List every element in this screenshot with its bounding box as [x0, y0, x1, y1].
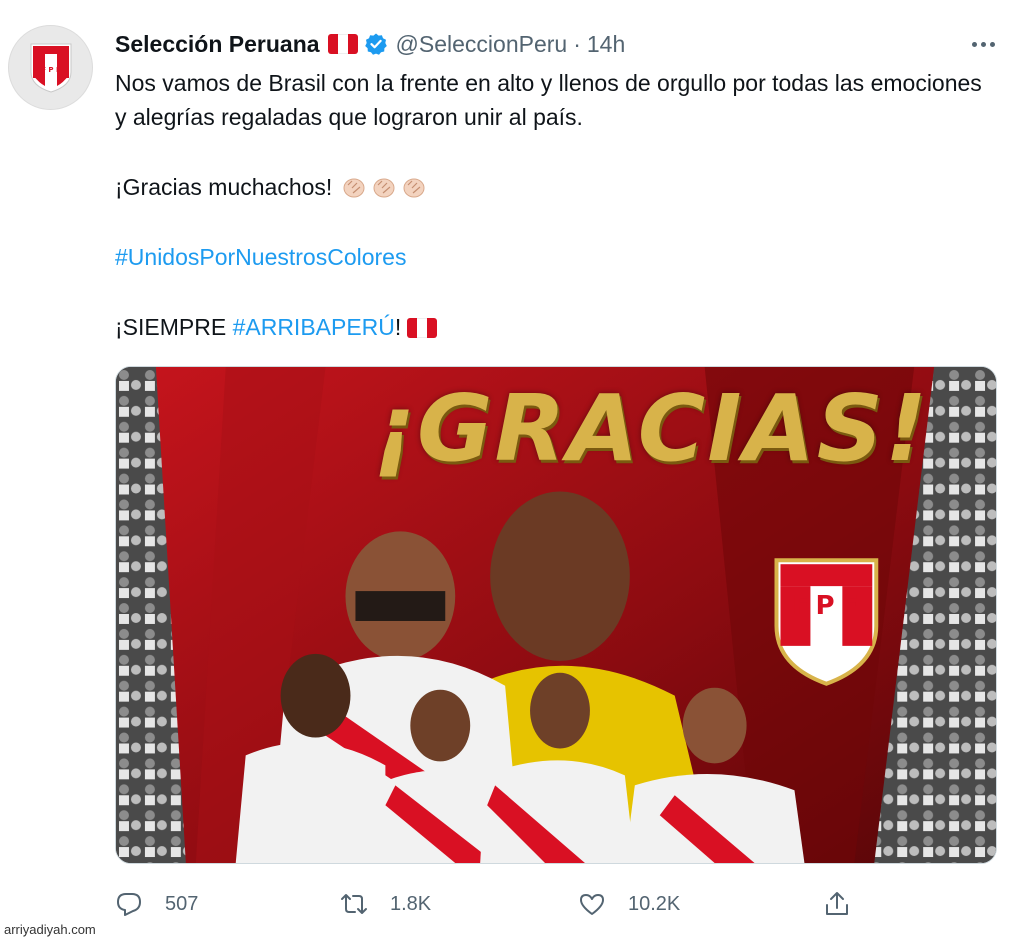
reply-icon — [117, 893, 141, 916]
hashtag-link-unidos[interactable]: #UnidosPorNuestrosColores — [115, 244, 406, 270]
watermark: arriyadiyah.com — [4, 922, 96, 937]
hashtag-link-arribaperu[interactable]: #ARRIBAPERÚ — [233, 314, 395, 340]
display-name[interactable]: Selección Peruana — [115, 31, 320, 58]
fpf-crest-icon: F P F — [30, 43, 71, 93]
more-options-icon[interactable] — [965, 30, 1001, 58]
poster-crest-text: FPF — [791, 591, 865, 621]
svg-text:F P F: F P F — [41, 66, 61, 74]
like-button[interactable]: 10.2K — [578, 884, 680, 924]
reply-count: 507 — [165, 892, 199, 915]
peru-flag-icon — [407, 318, 438, 338]
reply-button[interactable]: 507 — [115, 884, 198, 924]
tweet-header: Selección Peruana @SeleccionPeru · 14h — [115, 28, 625, 60]
verified-badge-icon — [364, 33, 387, 55]
clapping-hands-icon — [403, 178, 425, 198]
tweet-text: Nos vamos de Brasil con la frente en alt… — [115, 66, 995, 344]
share-button[interactable] — [823, 884, 851, 924]
siempre-text: ¡SIEMPRE — [115, 314, 233, 340]
tweet-text-paragraph-2: ¡Gracias muchachos! — [115, 170, 995, 204]
separator-dot: · — [573, 30, 581, 57]
share-icon — [826, 892, 848, 915]
tweet-text-paragraph-3: #UnidosPorNuestrosColores — [115, 240, 995, 274]
tweet-text-paragraph-1: Nos vamos de Brasil con la frente en alt… — [115, 70, 982, 130]
thanks-text: ¡Gracias muchachos! — [115, 174, 333, 200]
tweet-actions: 507 1.8K 10.2K — [115, 884, 875, 924]
heart-icon — [580, 894, 604, 915]
retweet-icon — [341, 894, 367, 914]
clapping-hands-icon — [373, 178, 395, 198]
tweet-image[interactable]: ¡GRACIAS! FPF — [115, 366, 997, 864]
avatar[interactable]: F P F — [8, 25, 93, 110]
peru-flag-icon — [327, 34, 358, 54]
exclamation-text: ! — [394, 314, 402, 340]
handle[interactable]: @SeleccionPeru — [396, 31, 568, 58]
tweet-text-paragraph-4: ¡SIEMPRE #ARRIBAPERÚ! — [115, 310, 995, 344]
like-count: 10.2K — [628, 892, 681, 915]
tweet: F P F Selección Peruana @SeleccionPeru ·… — [0, 0, 1024, 941]
retweet-count: 1.8K — [390, 892, 432, 915]
clapping-hands-icon — [343, 178, 365, 198]
timestamp[interactable]: 14h — [587, 31, 625, 58]
retweet-button[interactable]: 1.8K — [340, 884, 431, 924]
poster-title: ¡GRACIAS! — [373, 375, 929, 482]
